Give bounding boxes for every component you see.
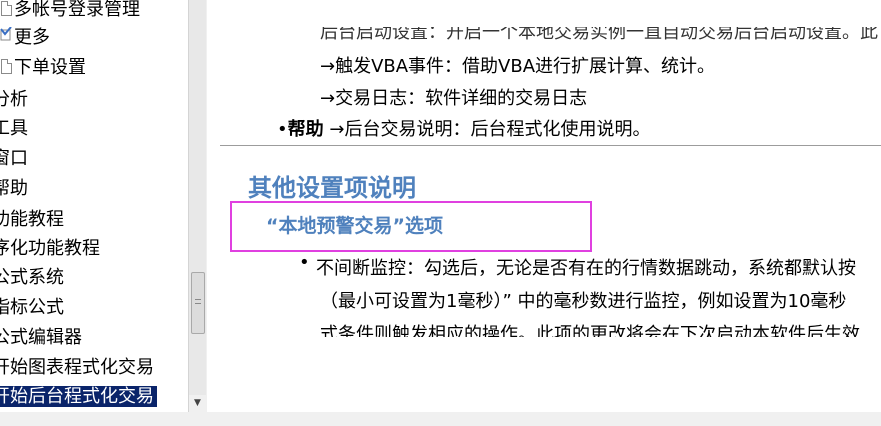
help-content-pane: 后台启动设置：开启一个本地交易实例一直自动交易后台启动设置。此 →触发VBA事件… [207, 0, 881, 412]
tree-item-label: 公式编辑器 [0, 327, 82, 348]
tree-item-label: 公式系统 [0, 267, 64, 288]
bullet-dot: • [277, 119, 288, 140]
tree-item-multi-account[interactable]: 多帐号登录管理 [1, 0, 140, 24]
tree-item-indicator-formula[interactable]: 指标公式 [0, 294, 64, 322]
tree-item-order-settings[interactable]: 下单设置 [1, 54, 86, 82]
tree-item-formula-editor[interactable]: 公式编辑器 [0, 324, 82, 352]
tree-item-label: 帮助 [0, 178, 28, 199]
tree-item-program-tutorial[interactable]: 序化功能教程 [0, 235, 100, 263]
tree-scrollbar[interactable]: ▼ [188, 0, 206, 412]
window-bottom-edge [0, 412, 881, 426]
tree-item-label: 序化功能教程 [0, 238, 100, 259]
help-bullet-row: •帮助 →后台交易说明：后台程式化使用说明。 [277, 115, 650, 141]
tree-item-feature-tutorial[interactable]: 功能教程 [0, 206, 64, 234]
tree-item-label: 开始后台程式化交易 [0, 386, 157, 407]
tree-item-label: 分析 [0, 89, 28, 110]
paragraph-line-3: 式条件则触发相应的操作。此项的更改将会在下次启动本软件后生效 [320, 324, 860, 345]
scroll-down-arrow-icon[interactable]: ▼ [189, 395, 206, 412]
paragraph-line-1: 不间断监控：勾选后，无论是否有在的行情数据跳动，系统都默认按 [316, 258, 856, 279]
vba-event-line: →触发VBA事件：借助VBA进行扩展计算、统计。 [320, 56, 716, 77]
tree-item-formula-system[interactable]: 公式系统 [0, 264, 64, 292]
tree-item-help[interactable]: 帮助 [0, 175, 28, 203]
scrollbar-thumb[interactable] [191, 272, 205, 334]
section-title: 其他设置项说明 [248, 174, 416, 202]
tree-item-label: 下单设置 [14, 57, 86, 78]
tree-item-label: 多帐号登录管理 [14, 0, 140, 20]
tree-item-window[interactable]: 窗口 [0, 145, 28, 173]
help-tree-panel[interactable]: 多帐号登录管理 更多 下单设置 分析 工具 窗口 帮助 功能教程 序化功能教程 … [0, 0, 188, 412]
tree-item-label: 工具 [0, 118, 28, 139]
tree-item-chart-trading[interactable]: 开始图表程式化交易 [0, 354, 154, 382]
sub-title: “本地预警交易”选项 [266, 215, 443, 237]
tree-item-label: 开始图表程式化交易 [0, 357, 154, 378]
checkmark-doc-icon [0, 27, 12, 41]
document-icon [1, 59, 12, 74]
document-icon [1, 1, 12, 16]
help-description: →后台交易说明：后台程式化使用说明。 [329, 119, 651, 140]
tree-item-background-trading[interactable]: 开始后台程式化交易 [0, 383, 157, 411]
tree-item-more[interactable]: 更多 [0, 24, 50, 52]
tree-item-label: 功能教程 [0, 209, 64, 230]
tree-item-label: 指标公式 [0, 297, 64, 318]
paragraph-line-2: （最小可设置为1毫秒）” 中的毫秒数进行监控，例如设置为10毫秒 [320, 291, 847, 312]
tree-item-analysis[interactable]: 分析 [0, 86, 28, 114]
tree-item-tools[interactable]: 工具 [0, 115, 28, 143]
section-divider [220, 145, 881, 146]
trade-log-line: →交易日志：软件详细的交易日志 [320, 88, 588, 109]
tree-item-label: 更多 [14, 27, 50, 48]
paragraph-bullet: • [299, 252, 310, 273]
help-label: 帮助 [287, 119, 324, 140]
cut-off-text-line: 后台启动设置：开启一个本地交易实例一直自动交易后台启动设置。此 [320, 22, 878, 43]
tree-item-label: 窗口 [0, 148, 28, 169]
